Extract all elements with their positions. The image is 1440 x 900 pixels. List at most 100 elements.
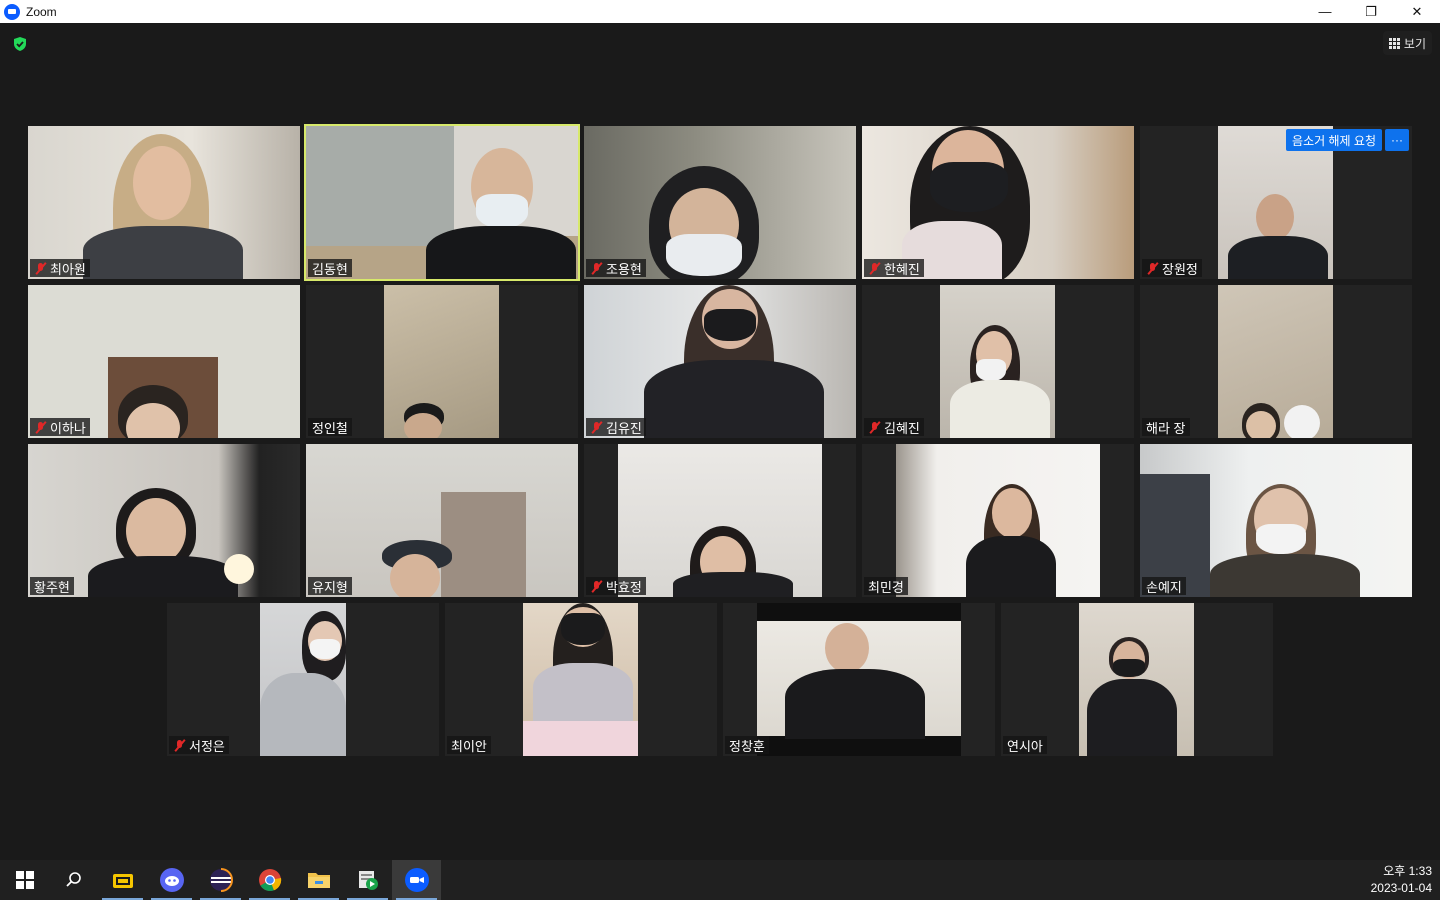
taskbar-app-zoom[interactable] (392, 860, 441, 900)
window-title: Zoom (26, 4, 57, 19)
taskbar-app-eclipse[interactable] (196, 860, 245, 900)
participant-nameplate: 정창훈 (725, 736, 769, 754)
video-feed (940, 285, 1055, 438)
pdf-app-icon (112, 874, 133, 888)
video-feed (862, 126, 1134, 279)
minimize-button[interactable]: — (1302, 0, 1348, 23)
video-feed (28, 285, 300, 438)
participant-nameplate: 연시아 (1003, 736, 1047, 754)
discord-icon (159, 868, 184, 892)
taskbar-app-discord[interactable] (147, 860, 196, 900)
video-tile[interactable]: 정창훈 (723, 603, 995, 756)
zoom-icon (404, 868, 429, 892)
window-controls: — ❐ ✕ (1302, 0, 1440, 23)
participant-nameplate: 최이안 (447, 736, 491, 754)
participant-nameplate: 장원정 (1142, 259, 1202, 277)
video-feed (306, 126, 578, 279)
chrome-icon (258, 869, 281, 892)
participant-nameplate: 김유진 (586, 418, 646, 436)
gallery-view: 보기 최아원 김동현 조용현 한혜진 음소거 해제 요청 ··· 장원정 이하나… (0, 23, 1440, 860)
restore-button[interactable]: ❐ (1348, 0, 1394, 23)
video-feed (1218, 285, 1333, 438)
zoom-logo-icon (4, 3, 20, 20)
participant-nameplate: 이하나 (30, 418, 90, 436)
video-tile[interactable]: 이하나 (28, 285, 300, 438)
participant-nameplate: 해라 장 (1142, 418, 1190, 436)
video-tile[interactable]: 김유진 (584, 285, 856, 438)
participant-nameplate: 김혜진 (864, 418, 924, 436)
windows-taskbar: 오후 1:33 2023-01-04 (0, 860, 1440, 900)
grid-view-icon (1388, 37, 1400, 49)
video-feed (28, 444, 300, 597)
video-feed (1140, 444, 1412, 597)
mic-muted-icon (590, 421, 603, 434)
participant-nameplate: 황주현 (30, 577, 74, 595)
video-tile[interactable]: 한혜진 (862, 126, 1134, 279)
video-feed (306, 444, 578, 597)
start-icon (15, 871, 34, 889)
media-player-icon (358, 871, 378, 890)
video-tile[interactable]: 최아원 (28, 126, 300, 279)
view-label: 보기 (1403, 36, 1426, 51)
participant-nameplate: 조용현 (586, 259, 646, 277)
video-feed (523, 603, 638, 756)
video-feed (896, 444, 1100, 597)
taskbar-app-file-explorer[interactable] (294, 860, 343, 900)
view-button[interactable]: 보기 (1382, 31, 1432, 55)
system-clock[interactable]: 오후 1:33 2023-01-04 (1371, 863, 1432, 897)
participant-nameplate: 정인철 (308, 418, 352, 436)
video-tile[interactable]: 연시아 (1001, 603, 1273, 756)
video-feed (260, 603, 346, 756)
video-tile[interactable]: 최이안 (445, 603, 717, 756)
participant-nameplate: 최민경 (864, 577, 908, 595)
mic-muted-icon (868, 421, 881, 434)
video-tile[interactable]: 음소거 해제 요청 ··· 장원정 (1140, 126, 1412, 279)
participant-nameplate: 김동현 (308, 259, 352, 277)
participant-nameplate: 서정은 (169, 736, 229, 754)
start-button[interactable] (0, 860, 49, 900)
video-tile[interactable]: 정인철 (306, 285, 578, 438)
participant-nameplate: 유지형 (308, 577, 352, 595)
file-explorer-icon (307, 873, 330, 888)
mic-muted-icon (173, 739, 186, 752)
mic-muted-icon (34, 421, 47, 434)
mic-muted-icon (1146, 262, 1159, 275)
taskbar-app-pdf[interactable] (98, 860, 147, 900)
eclipse-icon (209, 868, 233, 892)
participant-nameplate: 손예지 (1142, 577, 1186, 595)
mic-muted-icon (868, 262, 881, 275)
video-tile[interactable]: 유지형 (306, 444, 578, 597)
video-tile[interactable]: 조용현 (584, 126, 856, 279)
title-bar: Zoom — ❐ ✕ (0, 0, 1440, 23)
participant-nameplate: 최아원 (30, 259, 90, 277)
participant-nameplate: 박효정 (586, 577, 646, 595)
mic-muted-icon (590, 580, 603, 593)
video-tile[interactable]: 손예지 (1140, 444, 1412, 597)
taskbar-app-media-player[interactable] (343, 860, 392, 900)
participant-nameplate: 한혜진 (864, 259, 924, 277)
video-feed (618, 444, 822, 597)
video-feed (384, 285, 499, 438)
video-tile[interactable]: 서정은 (167, 603, 439, 756)
video-feed (584, 285, 856, 438)
video-tile[interactable]: 박효정 (584, 444, 856, 597)
mic-muted-icon (590, 262, 603, 275)
video-feed (1079, 603, 1194, 756)
close-button[interactable]: ✕ (1394, 0, 1440, 23)
search-button[interactable] (49, 860, 98, 900)
video-feed (757, 603, 961, 756)
video-tile-active-speaker[interactable]: 김동현 (304, 124, 580, 281)
clock-time: 오후 1:33 (1383, 864, 1432, 878)
video-tile[interactable]: 최민경 (862, 444, 1134, 597)
clock-date: 2023-01-04 (1370, 881, 1432, 895)
more-options-button[interactable]: ··· (1385, 129, 1409, 151)
video-tile[interactable]: 해라 장 (1140, 285, 1412, 438)
encryption-shield-icon[interactable] (12, 36, 28, 52)
video-tile[interactable]: 황주현 (28, 444, 300, 597)
search-icon (65, 872, 81, 887)
unmute-request-button[interactable]: 음소거 해제 요청 (1286, 129, 1382, 151)
video-feed (28, 126, 300, 279)
video-tile[interactable]: 김혜진 (862, 285, 1134, 438)
taskbar-app-chrome[interactable] (245, 860, 294, 900)
video-feed (584, 126, 856, 279)
